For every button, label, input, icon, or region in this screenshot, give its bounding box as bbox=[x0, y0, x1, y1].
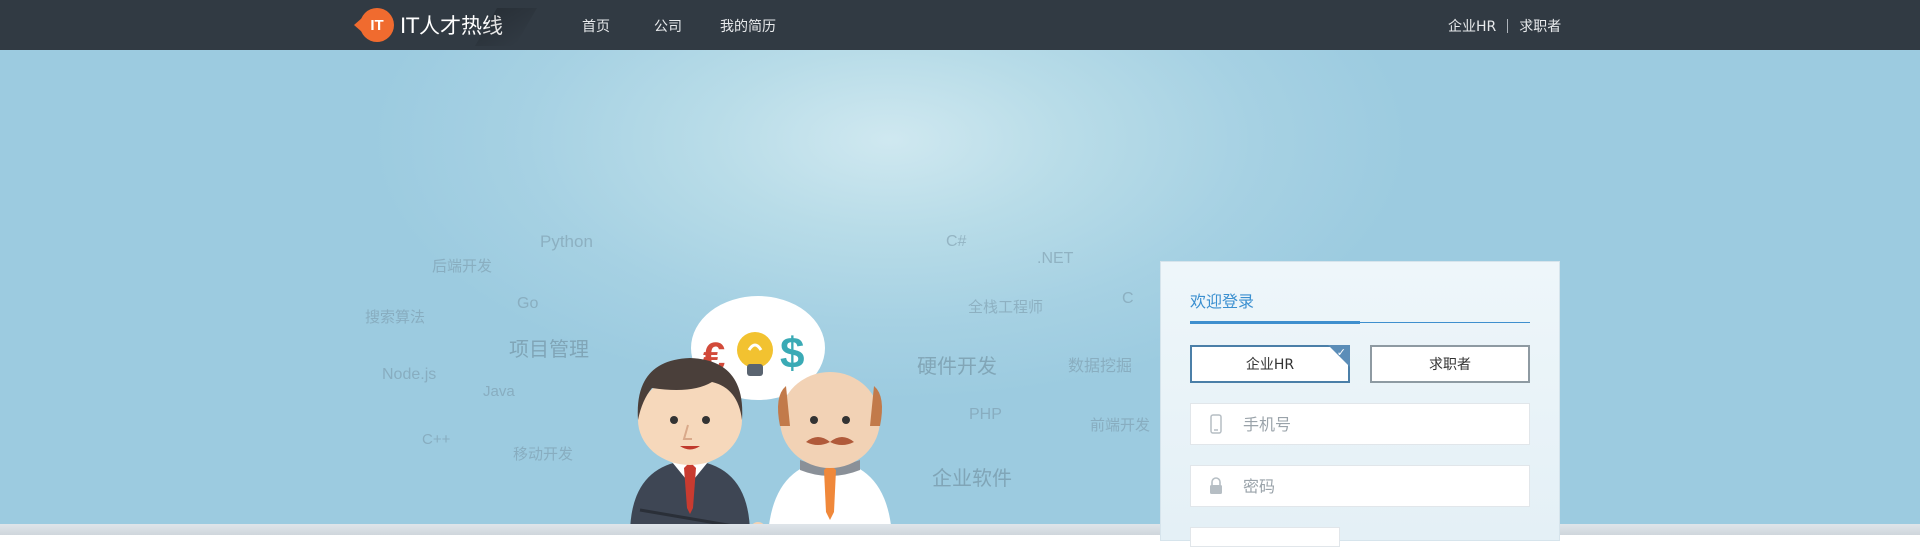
login-title-underline bbox=[1190, 321, 1530, 324]
tag-frontend: 前端开发 bbox=[1090, 417, 1151, 434]
password-field bbox=[1190, 465, 1530, 507]
role-seeker-button[interactable]: 求职者 bbox=[1370, 345, 1530, 383]
tag-csharp: C# bbox=[946, 233, 967, 250]
nav-user-type-switch: 企业HR 求职者 bbox=[1448, 16, 1561, 36]
nav-seeker-link[interactable]: 求职者 bbox=[1519, 16, 1561, 36]
logo-badge: IT bbox=[354, 8, 394, 42]
handshake-illustration: € $ bbox=[620, 280, 920, 535]
lock-icon bbox=[1191, 466, 1241, 506]
tag-java: Java bbox=[483, 383, 515, 400]
nav-separator bbox=[1507, 19, 1509, 33]
tag-hardware-dev: 硬件开发 bbox=[917, 356, 997, 378]
nav-company-link[interactable]: 公司 bbox=[654, 16, 682, 36]
password-input[interactable] bbox=[1241, 475, 1511, 497]
tag-enterprise-software: 企业软件 bbox=[932, 468, 1012, 490]
tag-fullstack: 全栈工程师 bbox=[968, 299, 1044, 316]
top-navigation-bar: IT IT人才热线 首页 公司 我的简历 企业HR 求职者 bbox=[0, 0, 1920, 50]
phone-field bbox=[1190, 403, 1530, 445]
role-hr-button[interactable]: 企业HR ✓ bbox=[1190, 345, 1350, 383]
nav-hr-link[interactable]: 企业HR bbox=[1448, 16, 1496, 36]
tag-backend: 后端开发 bbox=[432, 258, 493, 275]
hero-floor-strip bbox=[0, 524, 1920, 535]
svg-text:$: $ bbox=[780, 329, 804, 378]
tag-search-algorithm: 搜索算法 bbox=[365, 309, 426, 326]
captcha-field-partial[interactable] bbox=[1190, 527, 1340, 547]
nav-home-link[interactable]: 首页 bbox=[582, 16, 610, 36]
tag-mobile-dev: 移动开发 bbox=[513, 446, 574, 463]
login-panel: 欢迎登录 企业HR ✓ 求职者 bbox=[1160, 261, 1560, 547]
login-title: 欢迎登录 bbox=[1190, 292, 1255, 311]
role-hr-label: 企业HR bbox=[1245, 357, 1295, 373]
tag-data-mining: 数据挖掘 bbox=[1068, 358, 1133, 375]
nav-my-resume-link[interactable]: 我的简历 bbox=[720, 16, 776, 36]
tag-php: PHP bbox=[969, 406, 1002, 423]
hero-banner: Python 后端开发 Go 搜索算法 项目管理 Node.js Java C+… bbox=[0, 50, 1920, 535]
tag-dotnet: .NET bbox=[1037, 250, 1074, 267]
phone-icon bbox=[1191, 404, 1241, 444]
checkmark-icon: ✓ bbox=[1336, 346, 1346, 359]
tag-python: Python bbox=[540, 232, 593, 251]
phone-input[interactable] bbox=[1241, 413, 1511, 435]
tag-nodejs: Node.js bbox=[382, 366, 437, 383]
tag-cpp: C++ bbox=[422, 431, 451, 448]
tag-project-management: 项目管理 bbox=[509, 339, 589, 361]
role-seeker-label: 求职者 bbox=[1429, 357, 1471, 373]
tag-go: Go bbox=[517, 295, 539, 312]
businessman-left-icon bbox=[630, 358, 750, 535]
tag-c: C bbox=[1122, 290, 1134, 307]
